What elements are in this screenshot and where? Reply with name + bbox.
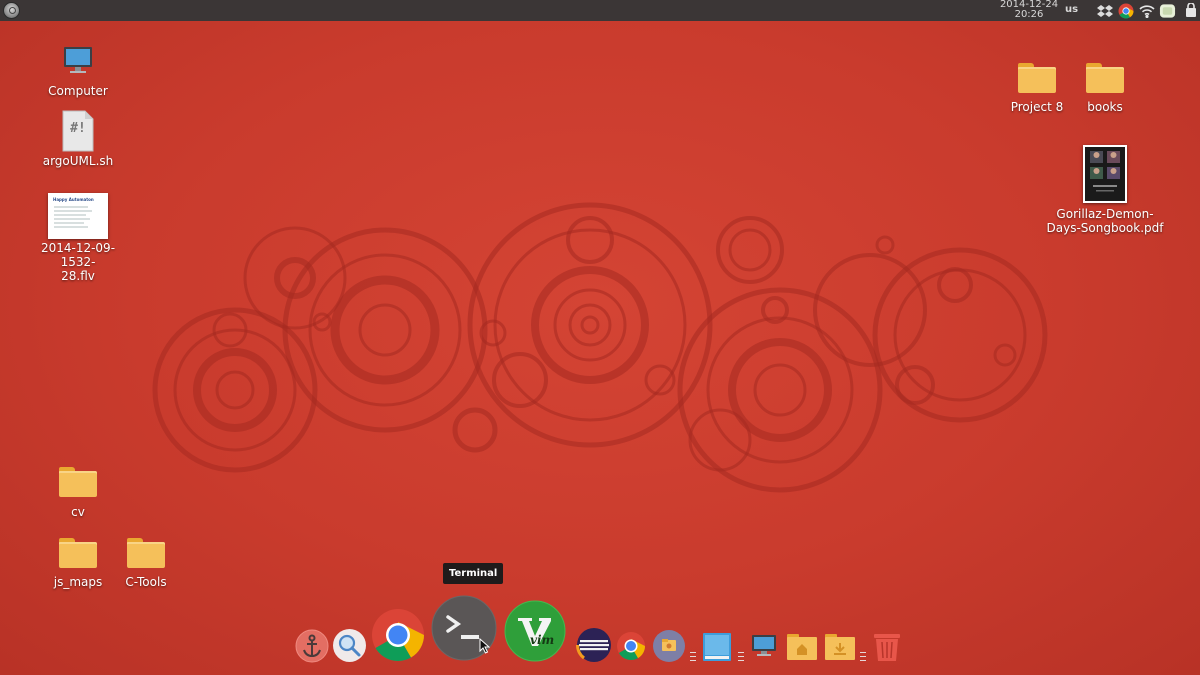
desktop-icon-label: js_maps bbox=[53, 575, 103, 589]
chrome-icon bbox=[372, 609, 424, 661]
clock-time: 20:26 bbox=[1014, 9, 1044, 20]
power-icon[interactable] bbox=[1182, 2, 1199, 19]
desktop-icon-c-tools[interactable]: C-Tools bbox=[108, 538, 184, 589]
video-thumbnail: Happy Automaton bbox=[48, 193, 108, 239]
folder-icon bbox=[1018, 63, 1056, 93]
dock-item-terminal[interactable] bbox=[431, 595, 497, 665]
clock[interactable]: 2014-12-24 20:26 bbox=[996, 0, 1062, 20]
dock-item-downloads-folder[interactable] bbox=[824, 633, 856, 665]
monitor-icon bbox=[752, 635, 776, 656]
keyboard-layout-indicator[interactable]: us bbox=[1065, 4, 1078, 15]
ubuntu-menu-icon[interactable] bbox=[3, 2, 20, 19]
top-panel: 2014-12-24 20:26 us bbox=[0, 0, 1200, 21]
anchor-icon bbox=[295, 629, 329, 663]
desktop-icon-pdf[interactable]: Gorillaz-Demon- Days-Songbook.pdf bbox=[1043, 145, 1167, 235]
desktop-icon-label: Project 8 bbox=[1010, 100, 1064, 114]
wifi-icon[interactable] bbox=[1138, 2, 1155, 19]
file-manager-icon bbox=[653, 630, 685, 662]
desktop-icon-label-line1: Gorillaz-Demon- bbox=[1056, 207, 1154, 221]
desktop-icon-argouml[interactable]: #! argoUML.sh bbox=[40, 110, 116, 168]
desktop-icon-label-line1: 2014-12-09-1532- bbox=[40, 241, 116, 269]
desktop-icon-books[interactable]: books bbox=[1067, 63, 1143, 114]
folder-icon bbox=[127, 538, 165, 568]
chrome-icon bbox=[617, 632, 645, 661]
dock-item-chrome-2[interactable] bbox=[616, 631, 646, 665]
desktop-icon-label: books bbox=[1087, 100, 1123, 114]
folder-icon bbox=[59, 467, 97, 497]
script-glyph: #! bbox=[70, 121, 86, 136]
mouse-cursor-icon bbox=[479, 638, 490, 654]
desktop-icon-label: C-Tools bbox=[125, 575, 167, 589]
dock-item-home-folder[interactable] bbox=[786, 633, 818, 665]
computer-icon bbox=[64, 47, 92, 73]
home-folder-icon bbox=[787, 634, 817, 660]
dock-item-eclipse[interactable] bbox=[576, 627, 612, 667]
dock-tooltip: Terminal bbox=[443, 563, 504, 584]
search-icon bbox=[333, 629, 366, 662]
chrome-icon[interactable] bbox=[1117, 2, 1134, 19]
dock-item-text-editor[interactable] bbox=[701, 631, 733, 667]
script-file-icon: #! bbox=[62, 110, 94, 152]
desktop-icon-js-maps[interactable]: js_maps bbox=[40, 538, 116, 589]
battery-icon[interactable] bbox=[1159, 2, 1176, 19]
folder-icon bbox=[1086, 63, 1124, 93]
desktop-icon-label-line2: 28.flv bbox=[61, 269, 95, 283]
desktop-icon-project-8[interactable]: Project 8 bbox=[999, 63, 1075, 114]
desktop-icon-computer[interactable]: Computer bbox=[40, 45, 116, 98]
eclipse-icon bbox=[576, 628, 611, 662]
downloads-folder-icon bbox=[825, 634, 855, 660]
dock-item-anchor[interactable] bbox=[295, 629, 329, 667]
desktop-icon-label: Computer bbox=[48, 84, 108, 98]
dock-item-vim[interactable]: vim bbox=[504, 600, 566, 666]
desktop-icon-label: argoUML.sh bbox=[42, 154, 114, 168]
dropbox-icon[interactable] bbox=[1096, 2, 1113, 19]
vim-label: vim bbox=[530, 633, 555, 647]
dock-item-trash[interactable] bbox=[871, 632, 903, 666]
trash-icon bbox=[874, 634, 900, 661]
desktop-icon-label: cv bbox=[71, 505, 85, 519]
dock-item-system-monitor[interactable] bbox=[751, 634, 777, 662]
pdf-thumbnail bbox=[1083, 145, 1127, 203]
dock-item-chrome[interactable] bbox=[371, 608, 425, 666]
desktop-icon-cv[interactable]: cv bbox=[40, 467, 116, 519]
text-editor-icon bbox=[703, 633, 731, 661]
vim-icon bbox=[504, 600, 566, 662]
dock-item-file-manager[interactable] bbox=[652, 629, 686, 667]
dock-item-search[interactable] bbox=[332, 628, 367, 667]
folder-icon bbox=[59, 538, 97, 568]
desktop-icon-video[interactable]: Happy Automaton 2014-12-09-1532- 28.flv bbox=[26, 193, 130, 283]
desktop-icon-label-line2: Days-Songbook.pdf bbox=[1046, 221, 1164, 235]
